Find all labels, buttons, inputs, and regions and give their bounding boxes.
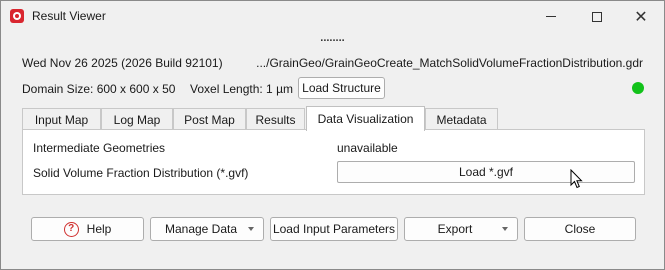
help-question-icon: ? — [63, 221, 79, 237]
minimize-button[interactable] — [528, 1, 574, 32]
splitter-handle[interactable]: ........ — [1, 32, 664, 48]
tab-results[interactable]: Results — [246, 108, 305, 130]
build-timestamp: Wed Nov 26 2025 (2026 Build 92101) — [22, 56, 223, 70]
export-label: Export — [437, 222, 473, 236]
manage-data-label: Manage Data — [164, 222, 238, 236]
domain-size: Domain Size: 600 x 600 x 50 — [22, 82, 176, 96]
maximize-button[interactable] — [574, 1, 620, 32]
load-input-parameters-button[interactable]: Load Input Parameters — [270, 217, 398, 241]
maximize-icon — [592, 11, 602, 22]
data-visualization-panel: Intermediate Geometries unavailable Soli… — [22, 129, 645, 195]
file-path: .../GrainGeo/GrainGeoCreate_MatchSolidVo… — [256, 56, 643, 70]
tab-log-map[interactable]: Log Map — [101, 108, 173, 130]
window-title: Result Viewer — [32, 9, 106, 23]
tab-metadata[interactable]: Metadata — [425, 108, 498, 130]
help-button[interactable]: ? Help — [31, 217, 144, 241]
minimize-icon — [546, 16, 556, 17]
load-gvf-button[interactable]: Load *.gvf — [337, 161, 635, 183]
chevron-down-icon — [248, 227, 254, 231]
status-indicator — [632, 82, 644, 94]
intermediate-geometries-value: unavailable — [337, 141, 398, 155]
close-window-button[interactable]: ✕ — [618, 1, 664, 32]
load-structure-button[interactable]: Load Structure — [298, 77, 385, 99]
tab-data-visualization[interactable]: Data Visualization — [306, 106, 425, 131]
title-bar[interactable]: Result Viewer ✕ — [1, 1, 664, 32]
tab-post-map[interactable]: Post Map — [173, 108, 246, 130]
app-logo-icon — [10, 9, 24, 23]
voxel-length: Voxel Length: 1 µm — [190, 82, 293, 96]
result-viewer-window: Result Viewer ✕ ........ Wed Nov 26 2025… — [0, 0, 665, 270]
intermediate-geometries-label: Intermediate Geometries — [33, 141, 166, 155]
solid-volume-fraction-label: Solid Volume Fraction Distribution (*.gv… — [33, 166, 249, 180]
close-button[interactable]: Close — [524, 217, 636, 241]
manage-data-button[interactable]: Manage Data — [150, 217, 264, 241]
chevron-down-icon — [502, 227, 508, 231]
close-icon: ✕ — [634, 7, 648, 26]
help-button-label: Help — [86, 222, 112, 236]
tab-input-map[interactable]: Input Map — [22, 108, 101, 130]
mouse-pointer-icon — [570, 169, 583, 189]
export-button[interactable]: Export — [404, 217, 518, 241]
